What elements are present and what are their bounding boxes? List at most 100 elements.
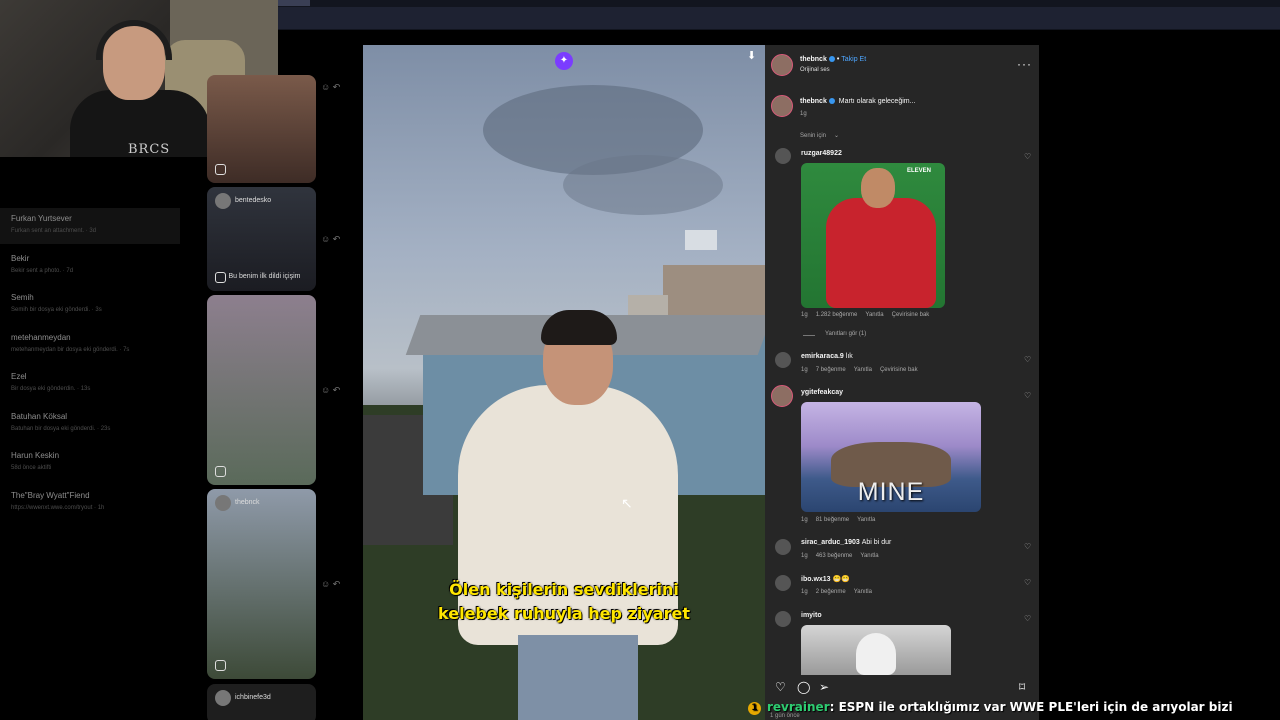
dm-list: Furkan Yurtsever Furkan sent an attachme… bbox=[0, 160, 180, 720]
comment-meta: 1g 81 beğenme Yanıtla bbox=[801, 517, 883, 523]
comment-likes[interactable]: 81 beğenme bbox=[816, 517, 849, 523]
follow-button[interactable]: Takip Et bbox=[841, 56, 866, 63]
comment-gif[interactable]: MINE bbox=[801, 402, 981, 512]
reaction-icons[interactable]: ☺ ↶ bbox=[321, 82, 345, 93]
comment-time: 1g bbox=[801, 517, 808, 523]
sort-dropdown[interactable]: Senin için ⌄ bbox=[800, 132, 839, 139]
verified-icon bbox=[828, 98, 835, 105]
reaction-icons[interactable]: ☺ ↶ bbox=[321, 385, 345, 396]
reaction-icons[interactable]: ☺ ↶ bbox=[321, 234, 345, 245]
active-tab-indicator[interactable] bbox=[278, 0, 310, 6]
heart-icon[interactable]: ♡ bbox=[1024, 542, 1031, 551]
reel-username: thebnck bbox=[235, 499, 260, 506]
reel-thumbnail[interactable]: bentedesko Bu benim ilk dildi içişim bbox=[207, 187, 316, 291]
gif-logo: ELEVEN bbox=[907, 168, 932, 174]
more-options-icon[interactable]: ··· bbox=[1017, 57, 1032, 71]
reply-button[interactable]: Yanıtla bbox=[860, 553, 878, 559]
dm-name: Batuhan Köksal bbox=[11, 412, 68, 421]
comment-user[interactable]: imyito bbox=[801, 612, 822, 619]
reply-button[interactable]: Yanıtla bbox=[854, 367, 872, 373]
heart-icon[interactable]: ♡ bbox=[1024, 614, 1031, 623]
dm-item[interactable]: Ezel Bir dosya eki gönderdin. · 13s bbox=[0, 366, 180, 402]
reel-icon bbox=[215, 164, 226, 175]
avatar[interactable] bbox=[775, 539, 791, 555]
comment-likes[interactable]: 7 beğenme bbox=[816, 367, 846, 373]
dm-item[interactable]: Semih Semih bir dosya eki gönderdi. · 3s bbox=[0, 287, 180, 323]
heart-icon[interactable]: ♡ bbox=[1024, 355, 1031, 364]
comment-meta: 1g 2 beğenme Yanıtla bbox=[801, 589, 880, 595]
avatar[interactable] bbox=[775, 575, 791, 591]
reaction-icons[interactable]: ☺ ↶ bbox=[321, 579, 345, 590]
person-hair bbox=[541, 310, 617, 345]
comment-likes[interactable]: 2 beğenme bbox=[816, 589, 846, 595]
avatar[interactable] bbox=[775, 352, 791, 368]
video-subtitle: Ölen kişilerin sevdiklerini kelebek ruhu… bbox=[363, 578, 765, 626]
comment-time: 1g bbox=[801, 589, 808, 595]
comment-gif[interactable] bbox=[801, 625, 951, 675]
avatar[interactable] bbox=[771, 385, 793, 407]
comment-user[interactable]: ruzgar48922 bbox=[801, 150, 842, 157]
dm-preview: https://wwenxt.wwe.com/tryout · 1h bbox=[11, 505, 105, 511]
avatar[interactable] bbox=[771, 95, 793, 117]
comment-user[interactable]: ygitefeakcay bbox=[801, 389, 843, 396]
reel-thumbnail[interactable]: thebnck bbox=[207, 489, 316, 679]
comments-panel: thebnck • Takip Et Orijinal ses ··· thebn… bbox=[765, 45, 1039, 720]
comment-user[interactable]: ibo.wx13 bbox=[801, 576, 831, 583]
dm-item[interactable]: Furkan Yurtsever Furkan sent an attachme… bbox=[0, 208, 180, 244]
reel-video[interactable]: ✦ ⬇ ↖ Ölen kişilerin sevdiklerini kelebe… bbox=[363, 45, 765, 720]
audio-label[interactable]: Orijinal ses bbox=[800, 67, 830, 73]
replies-divider bbox=[803, 335, 815, 336]
reel-thumbnail[interactable] bbox=[207, 295, 316, 485]
comment-time: 1g bbox=[801, 367, 808, 373]
dm-preview: metehanmeydan bir dosya eki gönderdi. · … bbox=[11, 347, 130, 353]
comment-text: lık bbox=[845, 353, 853, 360]
gif-player bbox=[826, 198, 936, 308]
dm-item[interactable]: metehanmeydan metehanmeydan bir dosya ek… bbox=[0, 327, 180, 363]
avatar[interactable] bbox=[775, 148, 791, 164]
heart-icon[interactable]: ♡ bbox=[1024, 578, 1031, 587]
dm-name: metehanmeydan bbox=[11, 333, 71, 342]
subtitle-line: Ölen kişilerin sevdiklerini bbox=[449, 580, 679, 599]
sort-label: Senin için bbox=[800, 133, 827, 139]
dm-item[interactable]: The"Bray Wyatt"Fiend https://wwenxt.wwe.… bbox=[0, 485, 180, 521]
reply-button[interactable]: Yanıtla bbox=[865, 312, 883, 318]
bookmark-icon[interactable]: ⌑ bbox=[1019, 680, 1025, 694]
reel-thumbnail[interactable]: ichbinefe3d bbox=[207, 684, 316, 720]
download-icon[interactable]: ⬇ bbox=[747, 50, 759, 62]
reel-thumbnail[interactable] bbox=[207, 75, 316, 183]
avatar bbox=[215, 690, 231, 706]
dm-item[interactable]: Batuhan Köksal Batuhan bir dosya eki gön… bbox=[0, 406, 180, 442]
reel-username: ichbinefe3d bbox=[235, 694, 271, 701]
translate-button[interactable]: Çevirisine bak bbox=[880, 367, 918, 373]
view-replies-button[interactable]: Yanıtları gör (1) bbox=[825, 331, 866, 337]
comment-gif[interactable]: ELEVEN bbox=[801, 163, 945, 308]
avatar[interactable] bbox=[775, 611, 791, 627]
comment: ibo.wx13 😁😁 bbox=[801, 575, 850, 583]
comment-icon[interactable]: ◯ bbox=[797, 680, 810, 694]
post-author-name[interactable]: thebnck bbox=[800, 56, 827, 63]
sparkle-icon[interactable]: ✦ bbox=[555, 52, 573, 70]
share-icon[interactable]: ➢ bbox=[819, 680, 829, 694]
heart-icon[interactable]: ♡ bbox=[1024, 391, 1031, 400]
dm-item[interactable]: Bekir Bekir sent a photo. · 7d bbox=[0, 248, 180, 284]
comment-likes[interactable]: 1.282 beğenme bbox=[816, 312, 858, 318]
reply-button[interactable]: Yanıtla bbox=[854, 589, 872, 595]
stream-chat-message: 1 revrainer: ESPN ile ortaklığımız var WW… bbox=[748, 697, 1280, 717]
comment-user[interactable]: emirkaraca.9 bbox=[801, 353, 844, 360]
heart-icon[interactable]: ♡ bbox=[1024, 152, 1031, 161]
post-author: thebnck • Takip Et bbox=[800, 56, 867, 63]
avatar[interactable] bbox=[771, 54, 793, 76]
shirt-print: BRCS bbox=[128, 142, 171, 157]
dm-name: Ezel bbox=[11, 372, 27, 381]
chat-badge-icon: 1 bbox=[748, 702, 761, 715]
reply-button[interactable]: Yanıtla bbox=[857, 517, 875, 523]
tab-strip bbox=[278, 7, 1280, 29]
comment-text: Abi bi dur bbox=[861, 539, 892, 546]
comment-user[interactable]: sirac_arduc_1903 bbox=[801, 539, 860, 546]
caption-author[interactable]: thebnck bbox=[800, 98, 827, 105]
comment-likes[interactable]: 463 beğenme bbox=[816, 553, 853, 559]
dm-item[interactable]: Harun Keskin 58d önce aktifti bbox=[0, 445, 180, 481]
headset-icon bbox=[96, 20, 172, 60]
translate-button[interactable]: Çevirisine bak bbox=[892, 312, 930, 318]
like-icon[interactable]: ♡ bbox=[775, 680, 786, 694]
